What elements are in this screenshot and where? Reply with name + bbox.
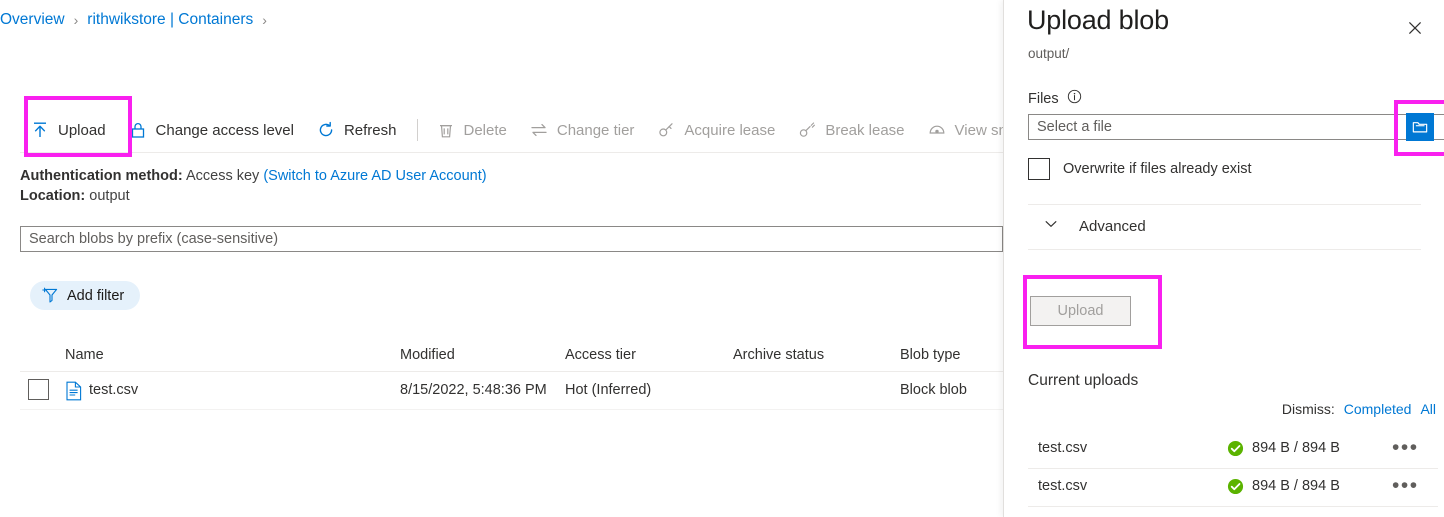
toolbar-upload-label: Upload	[58, 121, 106, 139]
command-toolbar: Upload Change access level Refresh Delet…	[20, 112, 1003, 148]
overwrite-checkbox-row[interactable]: Overwrite if files already exist	[1028, 158, 1252, 180]
overwrite-checkbox[interactable]	[1028, 158, 1050, 180]
column-header-name[interactable]: Name	[65, 347, 104, 363]
dismiss-label: Dismiss:	[1281, 401, 1335, 417]
add-filter-label: Add filter	[67, 287, 125, 304]
upload-list-item: test.csv 894 B / 894 B •••	[1028, 431, 1438, 469]
files-field-label-group: Files	[1028, 89, 1082, 108]
toolbar-change-tier-button: Change tier	[519, 112, 647, 148]
more-icon[interactable]: •••	[1392, 434, 1419, 462]
panel-upload-button[interactable]: Upload	[1030, 296, 1131, 326]
row-select-checkbox[interactable]	[28, 379, 49, 400]
switch-auth-link[interactable]: (Switch to Azure AD User Account)	[263, 168, 486, 184]
column-header-access-tier[interactable]: Access tier	[565, 347, 636, 363]
toolbar-divider	[416, 119, 418, 141]
authentication-info: Authentication method: Access key (Switc…	[20, 166, 487, 206]
upload-item-name: test.csv	[1038, 478, 1088, 494]
upload-item-size: 894 B / 894 B	[1252, 478, 1340, 494]
upload-blob-panel: Upload blob output/ Files Select a file …	[1003, 0, 1444, 517]
current-uploads-title: Current uploads	[1028, 372, 1139, 389]
toolbar-upload-button[interactable]: Upload	[20, 112, 118, 148]
cell-name[interactable]: test.csv	[89, 382, 138, 398]
swap-icon	[529, 120, 549, 140]
more-icon[interactable]: •••	[1392, 472, 1419, 500]
snapshot-icon	[927, 120, 947, 140]
breadcrumb-item-containers[interactable]: rithwikstore | Containers	[87, 11, 253, 29]
location-label: Location:	[20, 188, 86, 204]
toolbar-break-lease-button: Break lease	[787, 112, 916, 148]
cell-blob-type: Block blob	[900, 382, 967, 398]
lease-icon	[656, 120, 676, 140]
upload-icon	[30, 120, 50, 140]
table-row[interactable]: test.csv 8/15/2022, 5:48:36 PM Hot (Infe…	[20, 372, 1003, 410]
files-select-input[interactable]	[1028, 114, 1444, 140]
toolbar-view-snapshots-button: View sna	[917, 112, 1003, 148]
toolbar-delete-label: Delete	[463, 121, 507, 139]
breadcrumb-separator-icon: ›	[73, 12, 79, 28]
advanced-bottom-divider	[1028, 249, 1421, 250]
toolbar-refresh-label: Refresh	[343, 121, 397, 139]
folder-open-icon[interactable]	[1406, 113, 1434, 141]
authentication-method-value: Access key	[185, 168, 260, 184]
dismiss-all-link[interactable]: All	[1420, 401, 1436, 417]
advanced-section-toggle[interactable]: Advanced	[1042, 215, 1146, 237]
toolbar-change-access-level-label: Change access level	[155, 121, 294, 139]
authentication-method-row: Authentication method: Access key (Switc…	[20, 166, 487, 186]
add-filter-button[interactable]: Add filter	[30, 281, 141, 310]
upload-item-size: 894 B / 894 B	[1252, 440, 1340, 456]
authentication-method-label: Authentication method:	[20, 168, 183, 184]
blobs-table: Name Modified Access tier Archive status…	[20, 340, 1003, 410]
success-check-icon	[1227, 478, 1244, 500]
dismiss-completed-link[interactable]: Completed	[1344, 401, 1412, 417]
toolbar-break-lease-label: Break lease	[825, 121, 905, 139]
toolbar-bottom-rule	[20, 152, 1003, 153]
advanced-top-divider	[1028, 204, 1421, 205]
trash-icon	[436, 120, 456, 140]
location-value: output	[89, 188, 130, 204]
toolbar-refresh-button[interactable]: Refresh	[306, 112, 409, 148]
toolbar-acquire-lease-button: Acquire lease	[646, 112, 787, 148]
panel-subtitle: output/	[1028, 46, 1070, 61]
csv-file-icon	[65, 381, 83, 406]
toolbar-change-access-level-button[interactable]: Change access level	[118, 112, 306, 148]
toolbar-change-tier-label: Change tier	[556, 121, 635, 139]
containers-main-area: Overview › rithwikstore | Containers › U…	[0, 0, 1003, 517]
column-header-modified[interactable]: Modified	[400, 347, 455, 363]
breadcrumb-item-overview[interactable]: Overview	[0, 11, 65, 29]
cell-modified: 8/15/2022, 5:48:36 PM	[400, 382, 547, 398]
azure-portal-blob-upload-screen: Overview › rithwikstore | Containers › U…	[0, 0, 1444, 517]
dismiss-controls: Dismiss: Completed All	[1282, 401, 1436, 417]
breadcrumb: Overview › rithwikstore | Containers ›	[0, 8, 276, 32]
toolbar-delete-button: Delete	[426, 112, 519, 148]
overwrite-label: Overwrite if files already exist	[1063, 161, 1252, 177]
toolbar-view-snapshots-label: View sna	[954, 121, 1003, 139]
info-icon[interactable]	[1067, 89, 1082, 108]
cell-access-tier: Hot (Inferred)	[565, 382, 652, 398]
upload-item-name: test.csv	[1038, 440, 1088, 456]
search-blobs-input[interactable]	[20, 226, 1003, 252]
lock-icon	[128, 120, 148, 140]
column-header-blob-type[interactable]: Blob type	[900, 347, 960, 363]
success-check-icon	[1227, 440, 1244, 462]
upload-list-item: test.csv 894 B / 894 B •••	[1028, 469, 1438, 507]
break-lease-icon	[797, 120, 817, 140]
add-filter-icon	[42, 287, 60, 305]
breadcrumb-separator-icon-2: ›	[262, 12, 267, 28]
files-label: Files	[1028, 90, 1059, 107]
toolbar-acquire-lease-label: Acquire lease	[684, 121, 776, 139]
close-icon[interactable]	[1401, 14, 1429, 42]
column-header-archive-status[interactable]: Archive status	[733, 347, 824, 363]
panel-title: Upload blob	[1027, 5, 1169, 35]
refresh-icon	[316, 120, 336, 140]
location-row: Location: output	[20, 186, 487, 206]
chevron-down-icon	[1042, 215, 1060, 237]
table-header-row: Name Modified Access tier Archive status…	[20, 340, 1003, 372]
advanced-label: Advanced	[1079, 217, 1146, 235]
